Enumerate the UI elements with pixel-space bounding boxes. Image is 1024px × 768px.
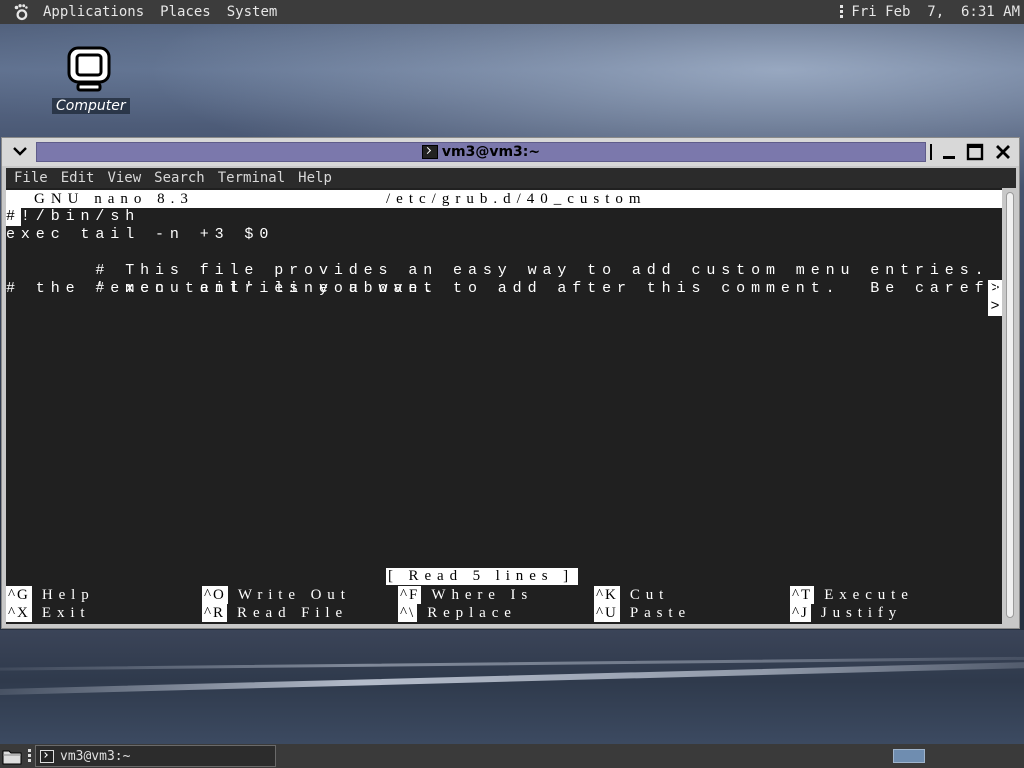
desktop-icon-computer[interactable]: Computer: [52, 46, 130, 118]
editor-line-4: # menu entries you want to add after thi…: [6, 262, 1002, 316]
shortcut-execute[interactable]: ^T Execute: [790, 586, 914, 604]
line-text: !/bin/sh: [20, 208, 141, 225]
shortcut-key: ^J: [790, 604, 811, 622]
taskbar-window-label: vm3@vm3:~: [60, 748, 131, 764]
shortcut-read-file[interactable]: ^R Read File: [202, 604, 348, 622]
bottom-panel: vm3@vm3:~: [0, 744, 1024, 768]
shortcut-justify[interactable]: ^J Justify: [790, 604, 902, 622]
menu-edit[interactable]: Edit: [56, 170, 100, 186]
text-cursor: #: [6, 208, 21, 226]
window-menu-icon[interactable]: [10, 143, 30, 161]
terminal-icon: [40, 749, 54, 763]
shortcut-key: ^\: [398, 604, 418, 622]
shortcut-key: ^F: [398, 586, 422, 604]
top-panel: Applications Places System Fri Feb 7, 6:…: [0, 0, 1024, 24]
terminal-scrollbar[interactable]: [1004, 188, 1016, 624]
shortcut-label: Paste: [629, 605, 692, 621]
terminal-menubar: File Edit View Search Terminal Help: [6, 168, 1016, 188]
minimize-icon[interactable]: [938, 142, 960, 162]
nano-status-message: [ Read 5 lines ]: [386, 568, 579, 585]
menu-file[interactable]: File: [9, 170, 53, 186]
window-title-bar[interactable]: vm3@vm3:~: [36, 142, 926, 162]
panel-handle[interactable]: [840, 4, 844, 20]
terminal-window: vm3@vm3:~ File Edit View Search Terminal…: [1, 137, 1020, 629]
shortcut-label: Write Out: [237, 587, 351, 603]
shortcut-label: Execute: [824, 587, 914, 603]
editor-line-2: exec tail -n +3 $0: [6, 226, 275, 243]
nano-title-bar: GNU nano 8.3 /etc/grub.d/40_custom: [6, 190, 1002, 208]
shortcut-replace[interactable]: ^\ Replace: [398, 604, 517, 622]
shortcut-label: Exit: [41, 605, 91, 621]
shortcut-label: Where Is: [431, 587, 534, 603]
menu-help[interactable]: Help: [293, 170, 337, 186]
shortcut-label: Justify: [820, 605, 903, 621]
shortcut-key: ^K: [594, 586, 620, 604]
shortcut-exit[interactable]: ^X Exit: [6, 604, 90, 622]
desktop-icon-label: Computer: [52, 98, 130, 114]
shortcut-paste[interactable]: ^U Paste: [594, 604, 691, 622]
main-menu: Applications Places System: [0, 0, 285, 24]
close-icon[interactable]: [992, 142, 1014, 162]
shortcut-where-is[interactable]: ^F Where Is: [398, 586, 533, 604]
shortcut-label: Cut: [629, 587, 670, 603]
title-separator: [930, 144, 932, 160]
clock[interactable]: Fri Feb 7, 6:31 AM: [851, 4, 1024, 20]
window-titlebar[interactable]: vm3@vm3:~: [2, 138, 1019, 166]
menu-system[interactable]: System: [219, 0, 286, 24]
shortcut-key: ^X: [6, 604, 32, 622]
shortcut-help[interactable]: ^G Help: [6, 586, 95, 604]
shortcut-write-out[interactable]: ^O Write Out: [202, 586, 351, 604]
editor-line-1: #!/bin/sh: [6, 208, 140, 226]
scrollbar-thumb[interactable]: [1006, 192, 1014, 618]
shortcut-key: ^R: [202, 604, 228, 622]
menu-search[interactable]: Search: [149, 170, 210, 186]
panel-handle[interactable]: [28, 749, 31, 763]
workspace-switcher[interactable]: [893, 749, 925, 763]
shortcut-key: ^T: [790, 586, 815, 604]
taskbar-window-button[interactable]: vm3@vm3:~: [35, 745, 276, 767]
line-overflow-marker: >: [988, 298, 1002, 316]
menu-places[interactable]: Places: [152, 0, 219, 24]
menu-applications[interactable]: Applications: [35, 0, 152, 24]
gnome-foot-icon[interactable]: [12, 3, 30, 21]
shortcut-cut[interactable]: ^K Cut: [594, 586, 669, 604]
terminal-icon: [421, 145, 438, 159]
maximize-icon[interactable]: [964, 142, 986, 162]
shortcut-key: ^G: [6, 586, 32, 604]
computer-icon: [67, 46, 111, 92]
menu-view[interactable]: View: [102, 170, 146, 186]
shortcut-label: Read File: [237, 605, 349, 621]
terminal-screen[interactable]: GNU nano 8.3 /etc/grub.d/40_custom #!/bi…: [6, 188, 1002, 624]
menu-terminal[interactable]: Terminal: [213, 170, 290, 186]
shortcut-label: Replace: [427, 605, 517, 621]
shortcut-key: ^U: [594, 604, 620, 622]
nano-version: GNU nano 8.3: [34, 191, 194, 207]
editor-line-3: # This file provides an easy way to add …: [6, 244, 1002, 298]
editor-line-5: # the 'exec tail' line above.: [6, 280, 439, 297]
window-title: vm3@vm3:~: [441, 144, 541, 160]
show-desktop-icon[interactable]: [2, 747, 22, 765]
nano-filename: /etc/grub.d/40_custom: [386, 191, 647, 207]
shortcut-label: Help: [41, 587, 95, 603]
shortcut-key: ^O: [202, 586, 228, 604]
